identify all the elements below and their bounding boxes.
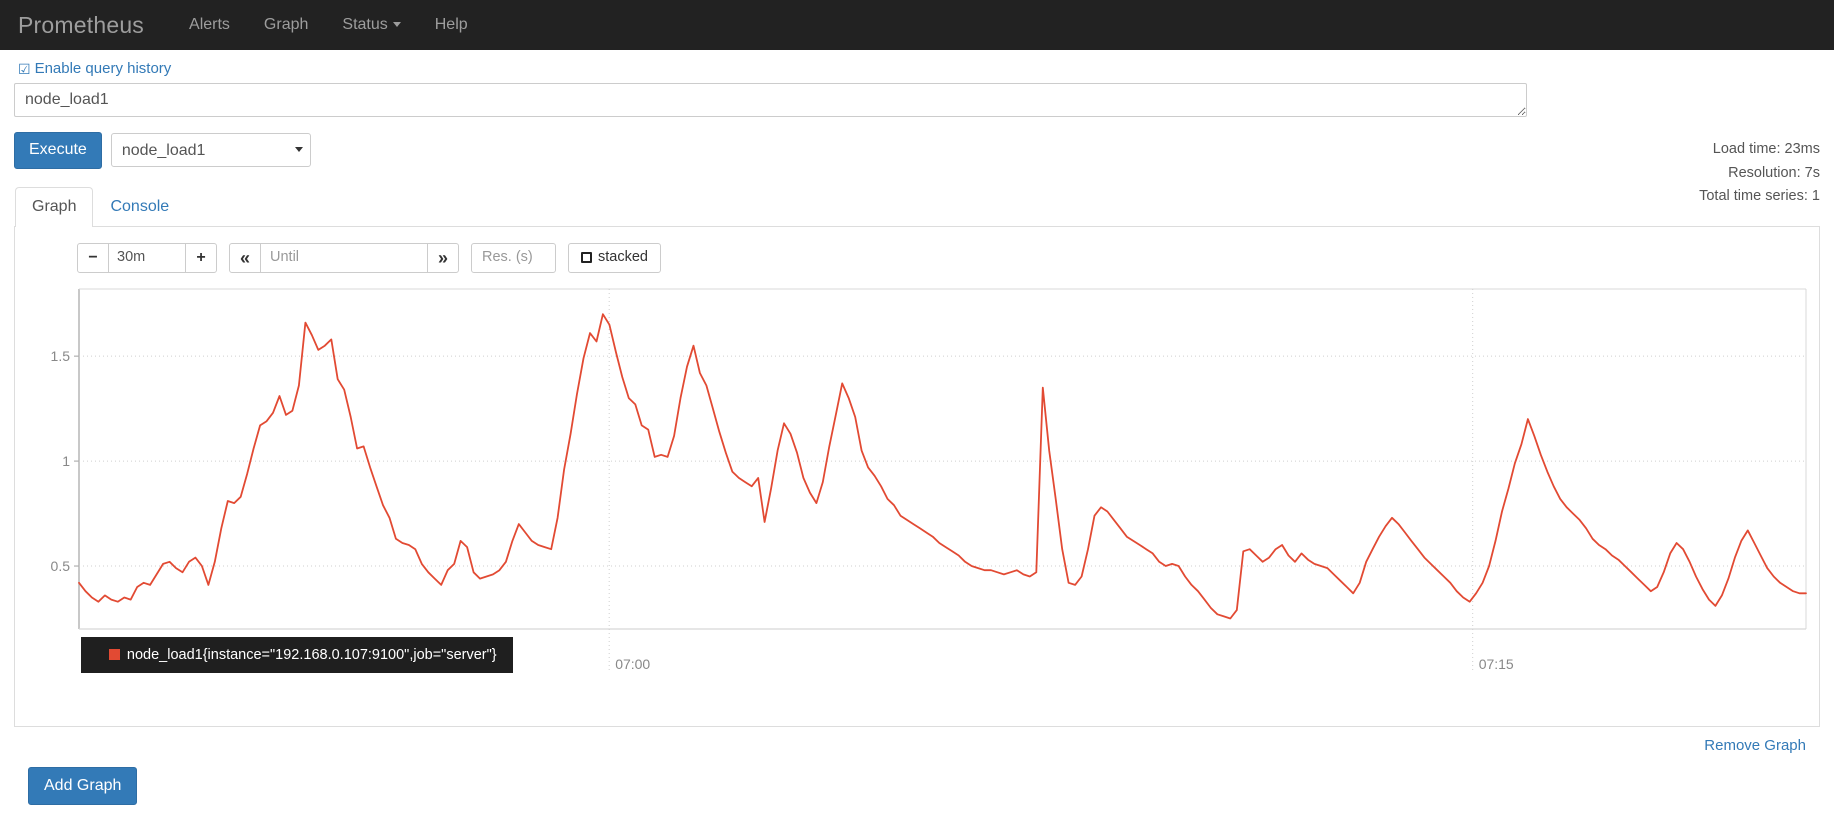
svg-text:07:15: 07:15 [1479,656,1514,672]
page-container: ☑ Enable query history node_load1 Load ti… [0,50,1834,805]
range-input[interactable]: 30m [108,242,186,273]
checkbox-unchecked-icon [581,252,592,264]
query-expression-input[interactable]: node_load1 [14,83,1527,117]
range-control-group: − 30m + [77,242,217,273]
svg-text:07:00: 07:00 [615,656,650,672]
chart-legend[interactable]: ✓ node_load1{instance="192.168.0.107:910… [81,636,513,673]
legend-color-swatch [108,649,120,661]
remove-graph-row: Remove Graph [14,727,1820,755]
double-chevron-left-icon[interactable] [229,242,261,273]
decrease-range-button[interactable]: − [77,242,109,273]
execute-button[interactable]: Execute [14,132,102,169]
checkbox-checked-icon: ☑ [18,61,31,77]
view-tabs: Graph Console [14,186,1820,227]
svg-text:1: 1 [62,453,70,469]
brand-logo[interactable]: Prometheus [18,13,144,37]
add-graph-button[interactable]: Add Graph [28,766,138,805]
increase-range-button[interactable]: + [185,242,217,273]
svg-text:1.5: 1.5 [51,348,71,364]
nav-item-status[interactable]: Status [325,0,417,50]
time-series-chart[interactable]: 0.5 1 1.5 07:00 07:15 [27,285,1817,685]
tab-console[interactable]: Console [93,187,186,227]
execute-row: Execute node_load1 [14,132,1820,169]
query-row: node_load1 [14,83,1820,117]
caret-down-icon [392,22,401,28]
total-series-text: Total time series: 1 [1699,188,1820,204]
metric-select[interactable]: node_load1 [110,133,311,168]
nav-item-help[interactable]: Help [418,0,485,50]
top-navbar: Prometheus Alerts Graph Status Help [0,0,1834,50]
tab-graph[interactable]: Graph [15,186,94,227]
resolution-input[interactable]: Res. (s) [471,242,556,273]
double-chevron-right-icon[interactable] [427,242,459,273]
nav-item-alerts[interactable]: Alerts [172,0,247,50]
until-input[interactable]: Until [260,242,428,273]
time-control-group: Until [229,242,459,273]
enable-query-history-toggle[interactable]: ☑ Enable query history [18,60,171,77]
svg-text:0.5: 0.5 [51,558,71,574]
stacked-toggle[interactable]: stacked [568,242,661,273]
query-history-row: ☑ Enable query history [14,50,1820,83]
resolution-text: Resolution: 7s [1728,164,1820,181]
chart-area: 0.5 1 1.5 07:00 07:15 [27,285,1807,685]
nav-item-status-label: Status [342,16,388,33]
remove-graph-button[interactable]: Remove Graph [1704,737,1806,754]
metric-select-wrapper: node_load1 [110,133,311,168]
load-time-text: Load time: 23ms [1712,141,1820,157]
stacked-label: stacked [598,249,648,266]
legend-series-label: node_load1{instance="192.168.0.107:9100"… [126,646,497,663]
graph-panel: − 30m + Until Res. (s) stacked 0.5 1 1.5 07… [14,226,1820,727]
nav-item-graph[interactable]: Graph [247,0,325,50]
graph-controls: − 30m + Until Res. (s) stacked [27,237,1807,279]
query-stats: Load time: 23ms Resolution: 7s Total tim… [1699,138,1820,209]
add-graph-row: Add Graph [14,755,1820,805]
enable-query-history-label: Enable query history [34,60,172,77]
